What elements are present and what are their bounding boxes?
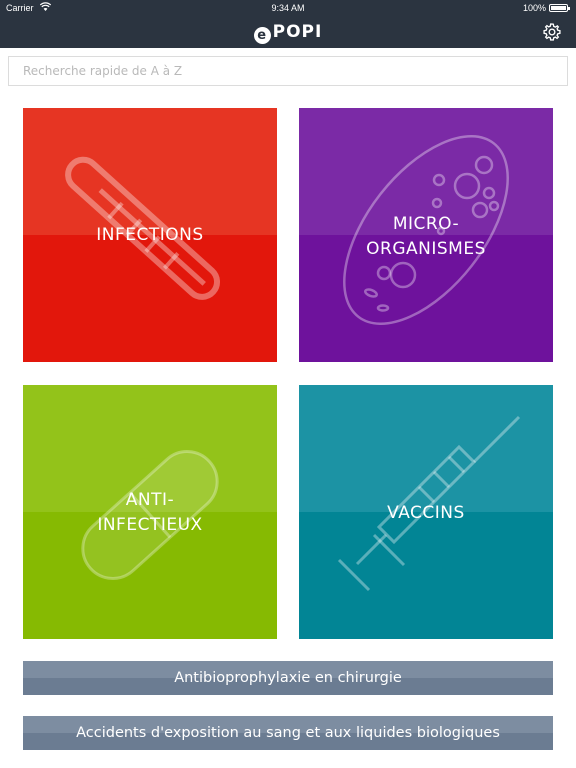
battery-icon bbox=[549, 4, 570, 12]
tile-vaccins[interactable]: VACCINS bbox=[299, 385, 553, 639]
tile-label-line-2: INFECTIEUX bbox=[97, 515, 203, 535]
button-label: Antibioprophylaxie en chirurgie bbox=[174, 670, 402, 686]
accidents-exposition-button[interactable]: Accidents d'exposition au sang et aux li… bbox=[23, 716, 553, 750]
tile-micro-organismes[interactable]: MICRO- ORGANISMES bbox=[299, 108, 553, 362]
antibioprophylaxie-button[interactable]: Antibioprophylaxie en chirurgie bbox=[23, 661, 553, 695]
tile-label: VACCINS bbox=[387, 503, 465, 523]
tile-anti-infectieux[interactable]: ANTI- INFECTIEUX bbox=[23, 385, 277, 639]
tile-label-line-2: ORGANISMES bbox=[366, 239, 486, 259]
battery-percentage: 100% bbox=[522, 3, 546, 13]
button-label: Accidents d'exposition au sang et aux li… bbox=[76, 725, 500, 741]
tile-label: INFECTIONS bbox=[96, 225, 204, 245]
bacteria-icon bbox=[343, 135, 509, 325]
tile-label-line-1: ANTI- bbox=[125, 490, 175, 510]
logo-e-mark: e bbox=[253, 27, 271, 44]
gear-icon[interactable] bbox=[542, 22, 562, 42]
tile-label-line-1: MICRO- bbox=[392, 214, 460, 234]
pill-icon bbox=[81, 450, 219, 580]
logo-text: POPI bbox=[272, 22, 323, 42]
clock: 9:34 AM bbox=[271, 3, 305, 13]
navigation-bar: e POPI bbox=[0, 16, 576, 48]
tile-infections[interactable]: INFECTIONS bbox=[23, 108, 277, 362]
search-input[interactable] bbox=[8, 56, 568, 86]
app-logo: e POPI bbox=[0, 22, 576, 44]
status-bar: Carrier 9:34 AM 100% bbox=[0, 0, 576, 16]
